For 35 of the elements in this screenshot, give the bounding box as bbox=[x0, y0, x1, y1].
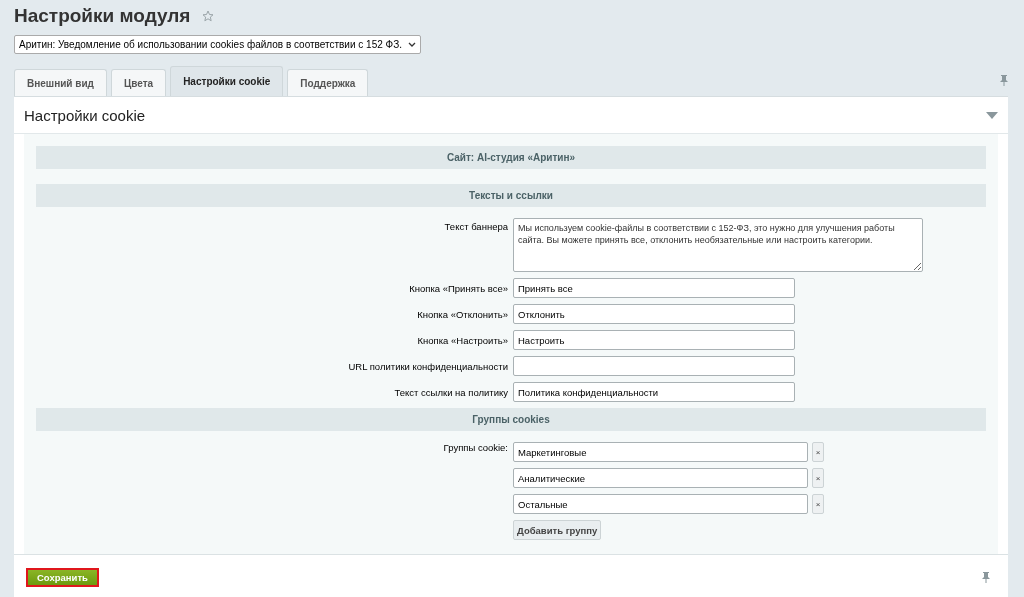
input-field[interactable]: Отклонить bbox=[513, 304, 795, 324]
chevron-down-icon bbox=[408, 41, 416, 48]
input-field[interactable]: Настроить bbox=[513, 330, 795, 350]
remove-button[interactable]: × bbox=[812, 442, 824, 462]
remove-button[interactable]: × bbox=[812, 494, 824, 514]
section-heading: Сайт: AI-студия «Аритин» bbox=[36, 146, 986, 169]
field-label: Кнопка «Отклонить» bbox=[416, 308, 508, 320]
tab[interactable]: Цвета bbox=[110, 69, 167, 96]
collapse-icon[interactable] bbox=[986, 111, 998, 119]
page-title: Настройки модуля bbox=[14, 5, 191, 27]
tab[interactable]: Поддержка bbox=[287, 69, 369, 96]
star-icon[interactable] bbox=[202, 10, 215, 22]
input-field[interactable] bbox=[513, 356, 795, 376]
field-label: Группы cookie: bbox=[442, 442, 508, 453]
tab[interactable]: Настройки cookie bbox=[170, 66, 284, 96]
section-heading: Группы cookies bbox=[36, 408, 986, 431]
module-select[interactable]: Аритин: Уведомление об использовании cookies файлов в соответствии с 152 ФЗ. bbox=[14, 35, 421, 54]
field-label: URL политики конфиденциальности bbox=[347, 360, 508, 372]
input-field[interactable]: Принять все bbox=[513, 278, 795, 298]
tab[interactable]: Внешний вид bbox=[14, 69, 107, 96]
section-heading: Тексты и ссылки bbox=[36, 184, 986, 207]
field-label: Текст баннера bbox=[443, 220, 508, 232]
field-label: Кнопка «Настроить» bbox=[416, 334, 508, 346]
pin-icon[interactable] bbox=[1000, 74, 1008, 86]
field-label: Кнопка «Принять все» bbox=[408, 282, 508, 294]
remove-button[interactable]: × bbox=[812, 468, 824, 488]
input-field[interactable]: Остальные bbox=[513, 494, 808, 514]
banner-text-field[interactable]: Мы используем cookie-файлы в соответствии с 152-ФЗ, это нужно для улучшения работы сайта. Вы можете принять все, отклонить необязательные или настроить категории. bbox=[513, 218, 923, 272]
pin-icon[interactable] bbox=[982, 571, 990, 583]
input-field[interactable]: Маркетинговые bbox=[513, 442, 808, 462]
input-field[interactable]: Аналитические bbox=[513, 468, 808, 488]
field-label: Текст ссылки на политику bbox=[393, 386, 508, 398]
input-field[interactable]: Политика конфиденциальности bbox=[513, 382, 795, 402]
panel-title: Настройки cookie bbox=[24, 106, 146, 124]
add-group-button[interactable]: Добавить группу bbox=[513, 520, 602, 540]
